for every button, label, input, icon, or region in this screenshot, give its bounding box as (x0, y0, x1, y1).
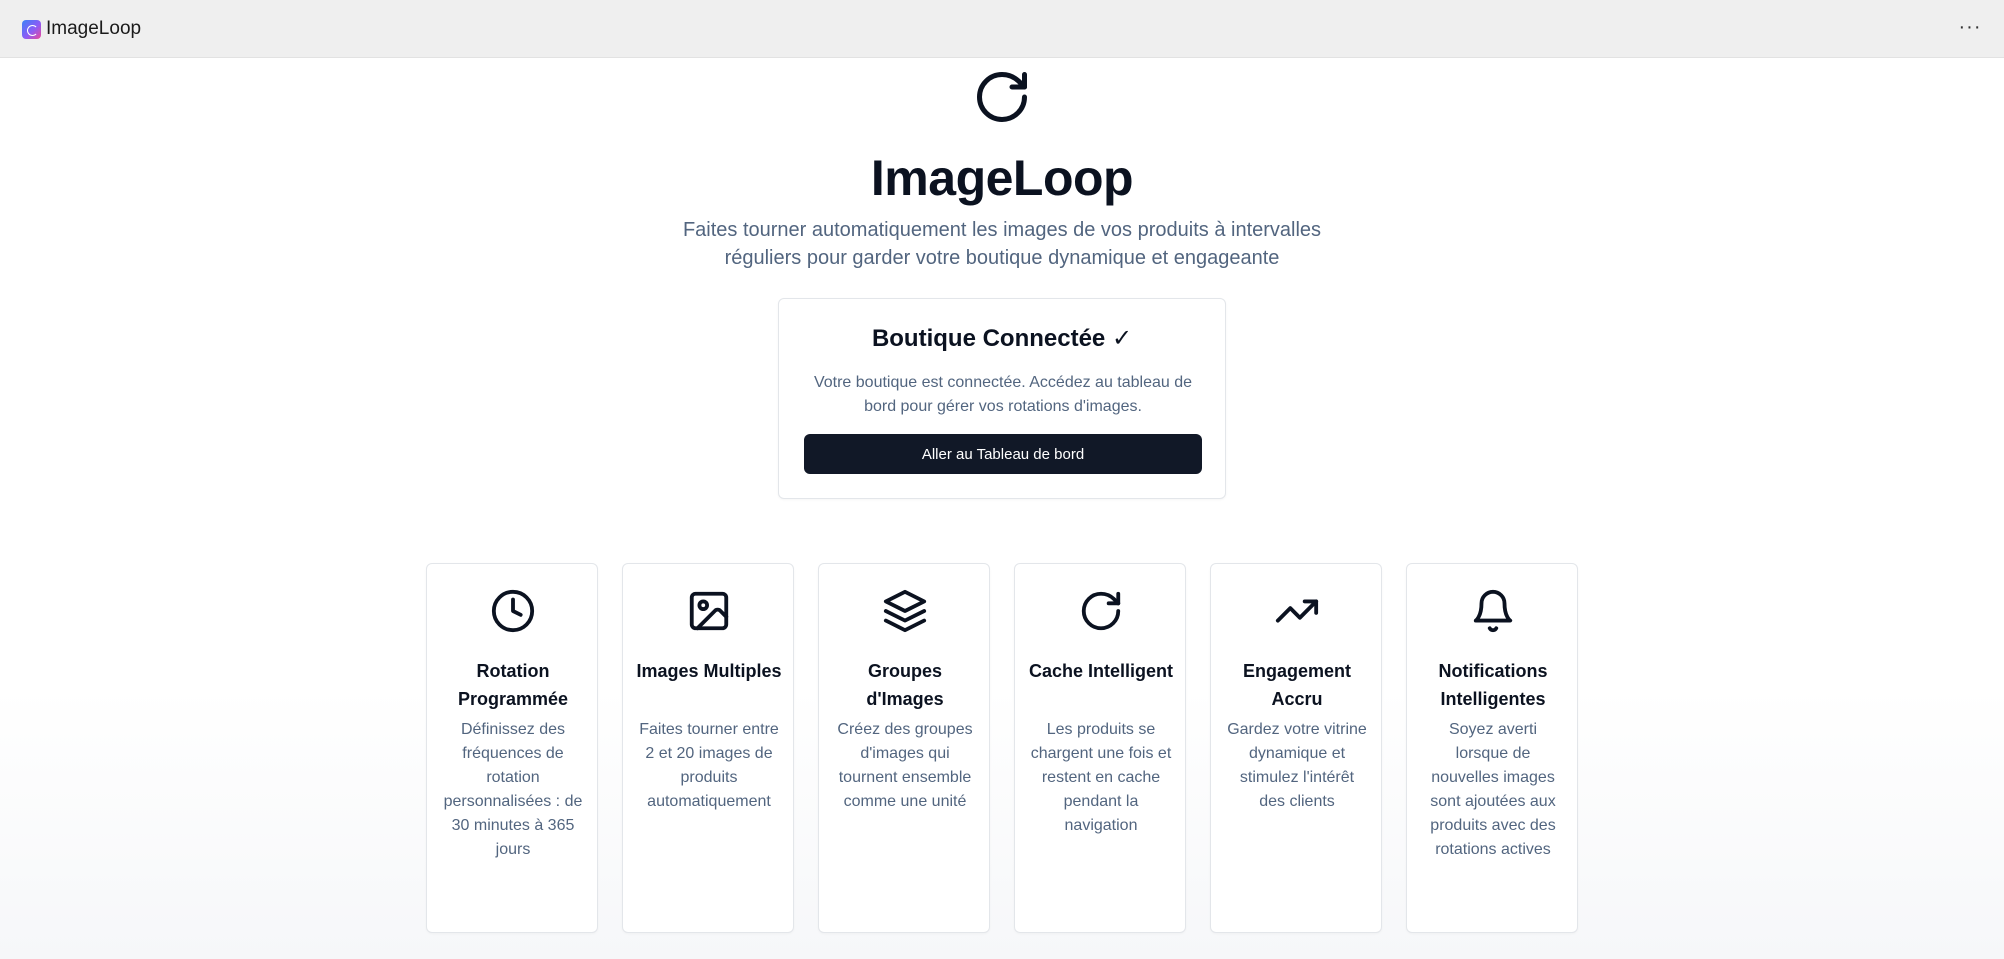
refresh-icon (977, 72, 1027, 122)
go-to-dashboard-button[interactable]: Aller au Tableau de bord (804, 434, 1202, 474)
feature-title: Groupes d'Images (866, 661, 944, 709)
feature-description: Gardez votre vitrine dynamique et stimul… (1227, 721, 1367, 810)
layers-icon (883, 589, 927, 633)
bell-icon (1473, 590, 1513, 633)
feature-card-scheduled-rotation: Rotation Programmée Définissez des fréqu… (426, 563, 598, 933)
feature-title: Cache Intelligent (1028, 661, 1174, 681)
feature-description: Soyez averti lorsque de nouvelles images… (1430, 721, 1556, 858)
feature-description: Créez des groupes d'images qui tournent … (837, 721, 973, 810)
store-connected-title: Boutique Connectée ✓ (871, 325, 1133, 352)
feature-title: Notifications Intelligentes (1438, 661, 1548, 709)
feature-title: Images Multiples (636, 661, 782, 681)
app-title: ImageLoop (46, 18, 142, 39)
store-connected-description: Votre boutique est connectée. Accédez au… (813, 374, 1193, 415)
feature-card-smart-cache: Cache Intelligent Les produits se charge… (1014, 563, 1186, 933)
page-title: ImageLoop (870, 150, 1134, 206)
refresh-icon (1081, 591, 1121, 631)
page-subtitle: Faites tourner automatiquement les image… (682, 219, 1322, 269)
feature-description: Définissez des fréquences de rotation pe… (443, 721, 583, 858)
feature-title: Engagement Accru (1242, 661, 1352, 709)
feature-title: Rotation Programmée (457, 661, 569, 709)
feature-description: Faites tourner entre 2 et 20 images de p… (639, 721, 779, 810)
image-icon (689, 591, 729, 631)
main-content: ImageLoop Faites tourner automatiquement… (0, 58, 2004, 959)
more-options-icon[interactable]: ··· (1954, 14, 1986, 44)
feature-card-increased-engagement: Engagement Accru Gardez votre vitrine dy… (1210, 563, 1382, 933)
clock-icon (491, 589, 535, 633)
store-connected-card: Boutique Connectée ✓ Votre boutique est … (778, 298, 1226, 499)
feature-description: Les produits se chargent une fois et res… (1030, 721, 1172, 834)
feature-card-smart-notifications: Notifications Intelligentes Soyez averti… (1406, 563, 1578, 933)
app-logo-icon (22, 20, 41, 39)
feature-card-image-groups: Groupes d'Images Créez des groupes d'ima… (818, 563, 990, 933)
trending-up-icon (1275, 599, 1319, 623)
window-titlebar: ImageLoop ··· (0, 0, 2004, 58)
feature-card-multiple-images: Images Multiples Faites tourner entre 2 … (622, 563, 794, 933)
